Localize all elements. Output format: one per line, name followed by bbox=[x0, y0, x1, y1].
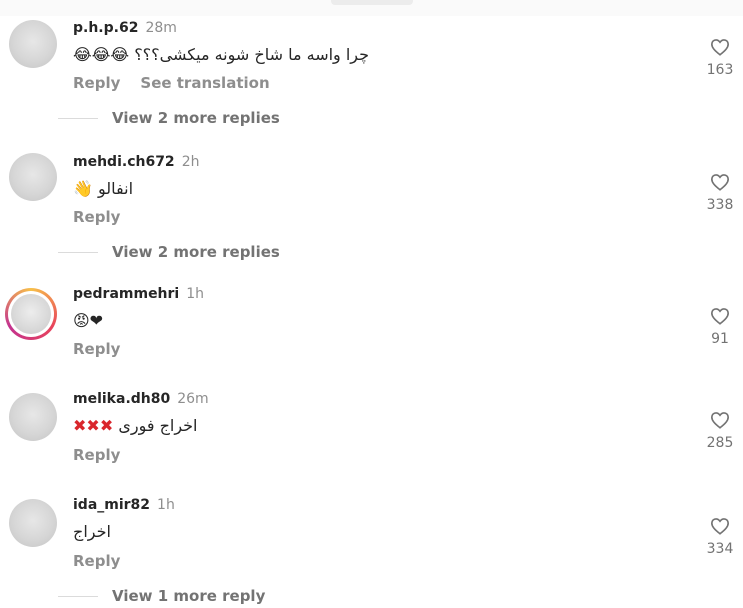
reply-button[interactable]: Reply bbox=[73, 552, 120, 570]
comment-header: p.h.p.62 28m bbox=[73, 20, 177, 36]
heart-outline-icon[interactable] bbox=[710, 517, 730, 535]
x-mark-icons: ✖✖✖ bbox=[73, 416, 114, 435]
emoji: 👋 bbox=[73, 179, 93, 198]
timestamp: 26m bbox=[177, 391, 209, 407]
username[interactable]: p.h.p.62 bbox=[73, 20, 138, 36]
like-count: 334 bbox=[706, 541, 734, 557]
divider bbox=[58, 251, 98, 253]
timestamp: 1h bbox=[157, 497, 175, 513]
view-replies-label[interactable]: View 2 more replies bbox=[112, 243, 280, 261]
avatar-story-ring[interactable] bbox=[5, 288, 57, 340]
username[interactable]: ida_mir82 bbox=[73, 497, 150, 513]
view-replies[interactable]: View 2 more replies bbox=[58, 109, 280, 127]
comment-actions: Reply bbox=[73, 446, 140, 464]
heart-outline-icon[interactable] bbox=[710, 173, 730, 191]
avatar[interactable] bbox=[9, 153, 57, 201]
comment-header: ida_mir82 1h bbox=[73, 497, 175, 513]
like-control: 163 bbox=[700, 38, 740, 78]
view-replies[interactable]: View 1 more reply bbox=[58, 587, 265, 605]
heart-outline-icon[interactable] bbox=[710, 38, 730, 56]
emoji: 😂😂😂 bbox=[73, 45, 130, 64]
like-control: 338 bbox=[700, 173, 740, 213]
comment-text: 😡❤ bbox=[73, 311, 103, 330]
heart-outline-icon[interactable] bbox=[710, 411, 730, 429]
comment-actions: Reply bbox=[73, 208, 140, 226]
comment-body: چرا واسه ما شاخ شونه میکشی؟؟؟ bbox=[134, 45, 370, 64]
view-replies-label[interactable]: View 2 more replies bbox=[112, 109, 280, 127]
top-strip bbox=[0, 0, 743, 16]
avatar[interactable] bbox=[9, 499, 57, 547]
comment-actions: Reply See translation bbox=[73, 74, 290, 92]
emoji: 😡❤ bbox=[73, 311, 104, 330]
reply-button[interactable]: Reply bbox=[73, 74, 120, 92]
comment-actions: Reply bbox=[73, 340, 140, 358]
reply-button[interactable]: Reply bbox=[73, 340, 120, 358]
view-replies-label[interactable]: View 1 more reply bbox=[112, 587, 265, 605]
like-count: 338 bbox=[706, 197, 734, 213]
like-count: 163 bbox=[706, 62, 734, 78]
like-control: 285 bbox=[700, 411, 740, 451]
sheet-handle[interactable] bbox=[331, 0, 413, 5]
reply-button[interactable]: Reply bbox=[73, 446, 120, 464]
comment-actions: Reply bbox=[73, 552, 140, 570]
timestamp: 2h bbox=[181, 154, 200, 170]
comment-text: 😂😂😂 چرا واسه ما شاخ شونه میکشی؟؟؟ bbox=[73, 45, 369, 64]
comment-body: اخراج bbox=[73, 522, 111, 541]
comment-header: mehdi.ch672 2h bbox=[73, 154, 199, 170]
reply-button[interactable]: Reply bbox=[73, 208, 120, 226]
heart-outline-icon[interactable] bbox=[710, 307, 730, 325]
comment-header: pedrammehri 1h bbox=[73, 286, 204, 302]
see-translation-button[interactable]: See translation bbox=[140, 74, 269, 92]
divider bbox=[58, 117, 98, 119]
comment-text: ✖✖✖ اخراج فوری bbox=[73, 416, 198, 435]
username[interactable]: melika.dh80 bbox=[73, 391, 170, 407]
username[interactable]: mehdi.ch672 bbox=[73, 154, 175, 170]
like-control: 334 bbox=[700, 517, 740, 557]
timestamp: 1h bbox=[186, 286, 205, 302]
comment-body: انفالو bbox=[98, 179, 134, 198]
avatar[interactable] bbox=[9, 20, 57, 68]
username[interactable]: pedrammehri bbox=[73, 286, 179, 302]
comment-text: اخراج bbox=[73, 522, 111, 541]
comment-text: 👋 انفالو bbox=[73, 179, 133, 198]
comment-body: اخراج فوری bbox=[118, 416, 198, 435]
timestamp: 28m bbox=[145, 20, 177, 36]
like-control: 91 bbox=[700, 307, 740, 347]
like-count: 285 bbox=[706, 435, 734, 451]
avatar bbox=[11, 294, 51, 334]
divider bbox=[58, 595, 98, 597]
comment-header: melika.dh80 26m bbox=[73, 391, 209, 407]
like-count: 91 bbox=[711, 331, 729, 347]
view-replies[interactable]: View 2 more replies bbox=[58, 243, 280, 261]
avatar[interactable] bbox=[9, 393, 57, 441]
